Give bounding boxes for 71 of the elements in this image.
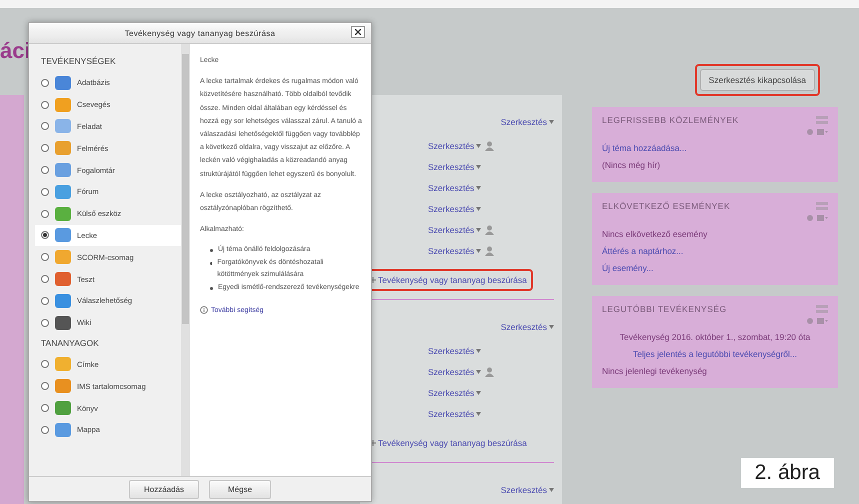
radio-button[interactable] (41, 253, 49, 262)
person-icon (485, 140, 494, 150)
block-link[interactable]: Áttérés a naptárhoz... (602, 246, 828, 256)
radio-button[interactable] (41, 188, 49, 196)
edit-menu-link[interactable]: Szerkesztés (428, 182, 482, 192)
caret-icon (549, 120, 554, 124)
radio-button[interactable] (41, 360, 49, 368)
radio-button[interactable] (41, 275, 49, 284)
caret-icon (476, 206, 482, 210)
block-link[interactable]: Teljes jelentés a legutóbbi tevékenységről... (602, 349, 828, 359)
caret-icon (476, 412, 482, 416)
radio-button[interactable] (41, 78, 49, 87)
block-text: Tevékenység 2016. október 1., szombat, 19:20 óta (618, 332, 812, 342)
radio-button[interactable] (41, 166, 49, 174)
scrollbar[interactable] (181, 44, 190, 476)
caret-icon (476, 370, 482, 374)
caret-icon (549, 488, 554, 492)
group-heading: TEVÉKENYSÉGEK (40, 55, 117, 68)
group-heading: TANANYAGOK (40, 336, 100, 350)
edit-menu-link[interactable]: Szerkesztés (428, 162, 482, 172)
edit-menu-link[interactable]: Szerkesztés (428, 388, 482, 398)
radio-button[interactable] (41, 100, 49, 109)
block-link[interactable]: Új téma hozzáadása... (602, 143, 828, 153)
caret-icon (476, 164, 482, 168)
edit-menu-link[interactable]: Szerkesztés (428, 408, 482, 418)
edit-menu-link[interactable]: Szerkesztés (428, 366, 482, 376)
figure-caption: 2. ábra (740, 458, 834, 488)
bullet-icon (210, 286, 213, 290)
bullet-icon (210, 249, 213, 252)
block-link[interactable]: Új esemény... (602, 263, 828, 273)
caret-icon (476, 390, 482, 394)
block-text: (Nincs még hír) (602, 160, 662, 170)
caret-icon (476, 228, 482, 232)
radio-button[interactable] (41, 296, 49, 305)
caret-icon (476, 348, 482, 352)
block-title: LEGFRISSEBB KÖZLEMÉNYEK (602, 115, 739, 125)
radio-button[interactable] (41, 426, 49, 434)
block-text: Nincs jelenlegi tevékenység (602, 366, 708, 376)
caret-icon (476, 144, 482, 148)
edit-menu-link[interactable]: Szerkesztés (428, 140, 482, 150)
block-title: ELKÖVETKEZŐ ESEMÉNYEK (602, 201, 730, 211)
block-title: LEGUTÓBBI TEVÉKENYSÉG (602, 304, 727, 314)
person-icon (485, 224, 494, 234)
close-icon (355, 29, 361, 35)
edit-menu-link[interactable]: Szerkesztés (428, 346, 482, 356)
dialog-title: Tevékenység vagy tananyag beszúrása (124, 28, 276, 38)
edit-toggle-button[interactable]: Szerkesztés kikapcsolása (700, 69, 815, 91)
add-button[interactable]: Hozzáadás (128, 480, 200, 498)
info-icon (200, 306, 208, 314)
edit-menu-link[interactable]: Szerkesztés (500, 485, 554, 495)
edit-menu-link[interactable]: Szerkesztés (428, 246, 482, 256)
edit-menu-link[interactable]: Szerkesztés (500, 117, 554, 127)
radio-button[interactable] (41, 231, 49, 240)
cancel-button[interactable]: Mégse (209, 480, 272, 498)
edit-menu-link[interactable]: Szerkesztés (428, 204, 482, 214)
radio-button[interactable] (41, 382, 49, 390)
caret-icon (549, 325, 554, 329)
radio-button[interactable] (41, 404, 49, 412)
person-icon (485, 246, 494, 256)
edit-menu-link[interactable]: Szerkesztés (500, 322, 554, 332)
block-text: Nincs elkövetkező esemény (602, 229, 708, 239)
close-button[interactable] (351, 26, 365, 38)
radio-button[interactable] (41, 210, 49, 218)
person-icon (485, 366, 494, 376)
caret-icon (476, 248, 482, 252)
radio-button[interactable] (41, 122, 49, 130)
caret-icon (476, 186, 482, 190)
bullet-icon (210, 262, 212, 265)
radio-button[interactable] (41, 144, 49, 152)
radio-button[interactable] (41, 318, 49, 327)
edit-menu-link[interactable]: Szerkesztés (428, 224, 482, 234)
